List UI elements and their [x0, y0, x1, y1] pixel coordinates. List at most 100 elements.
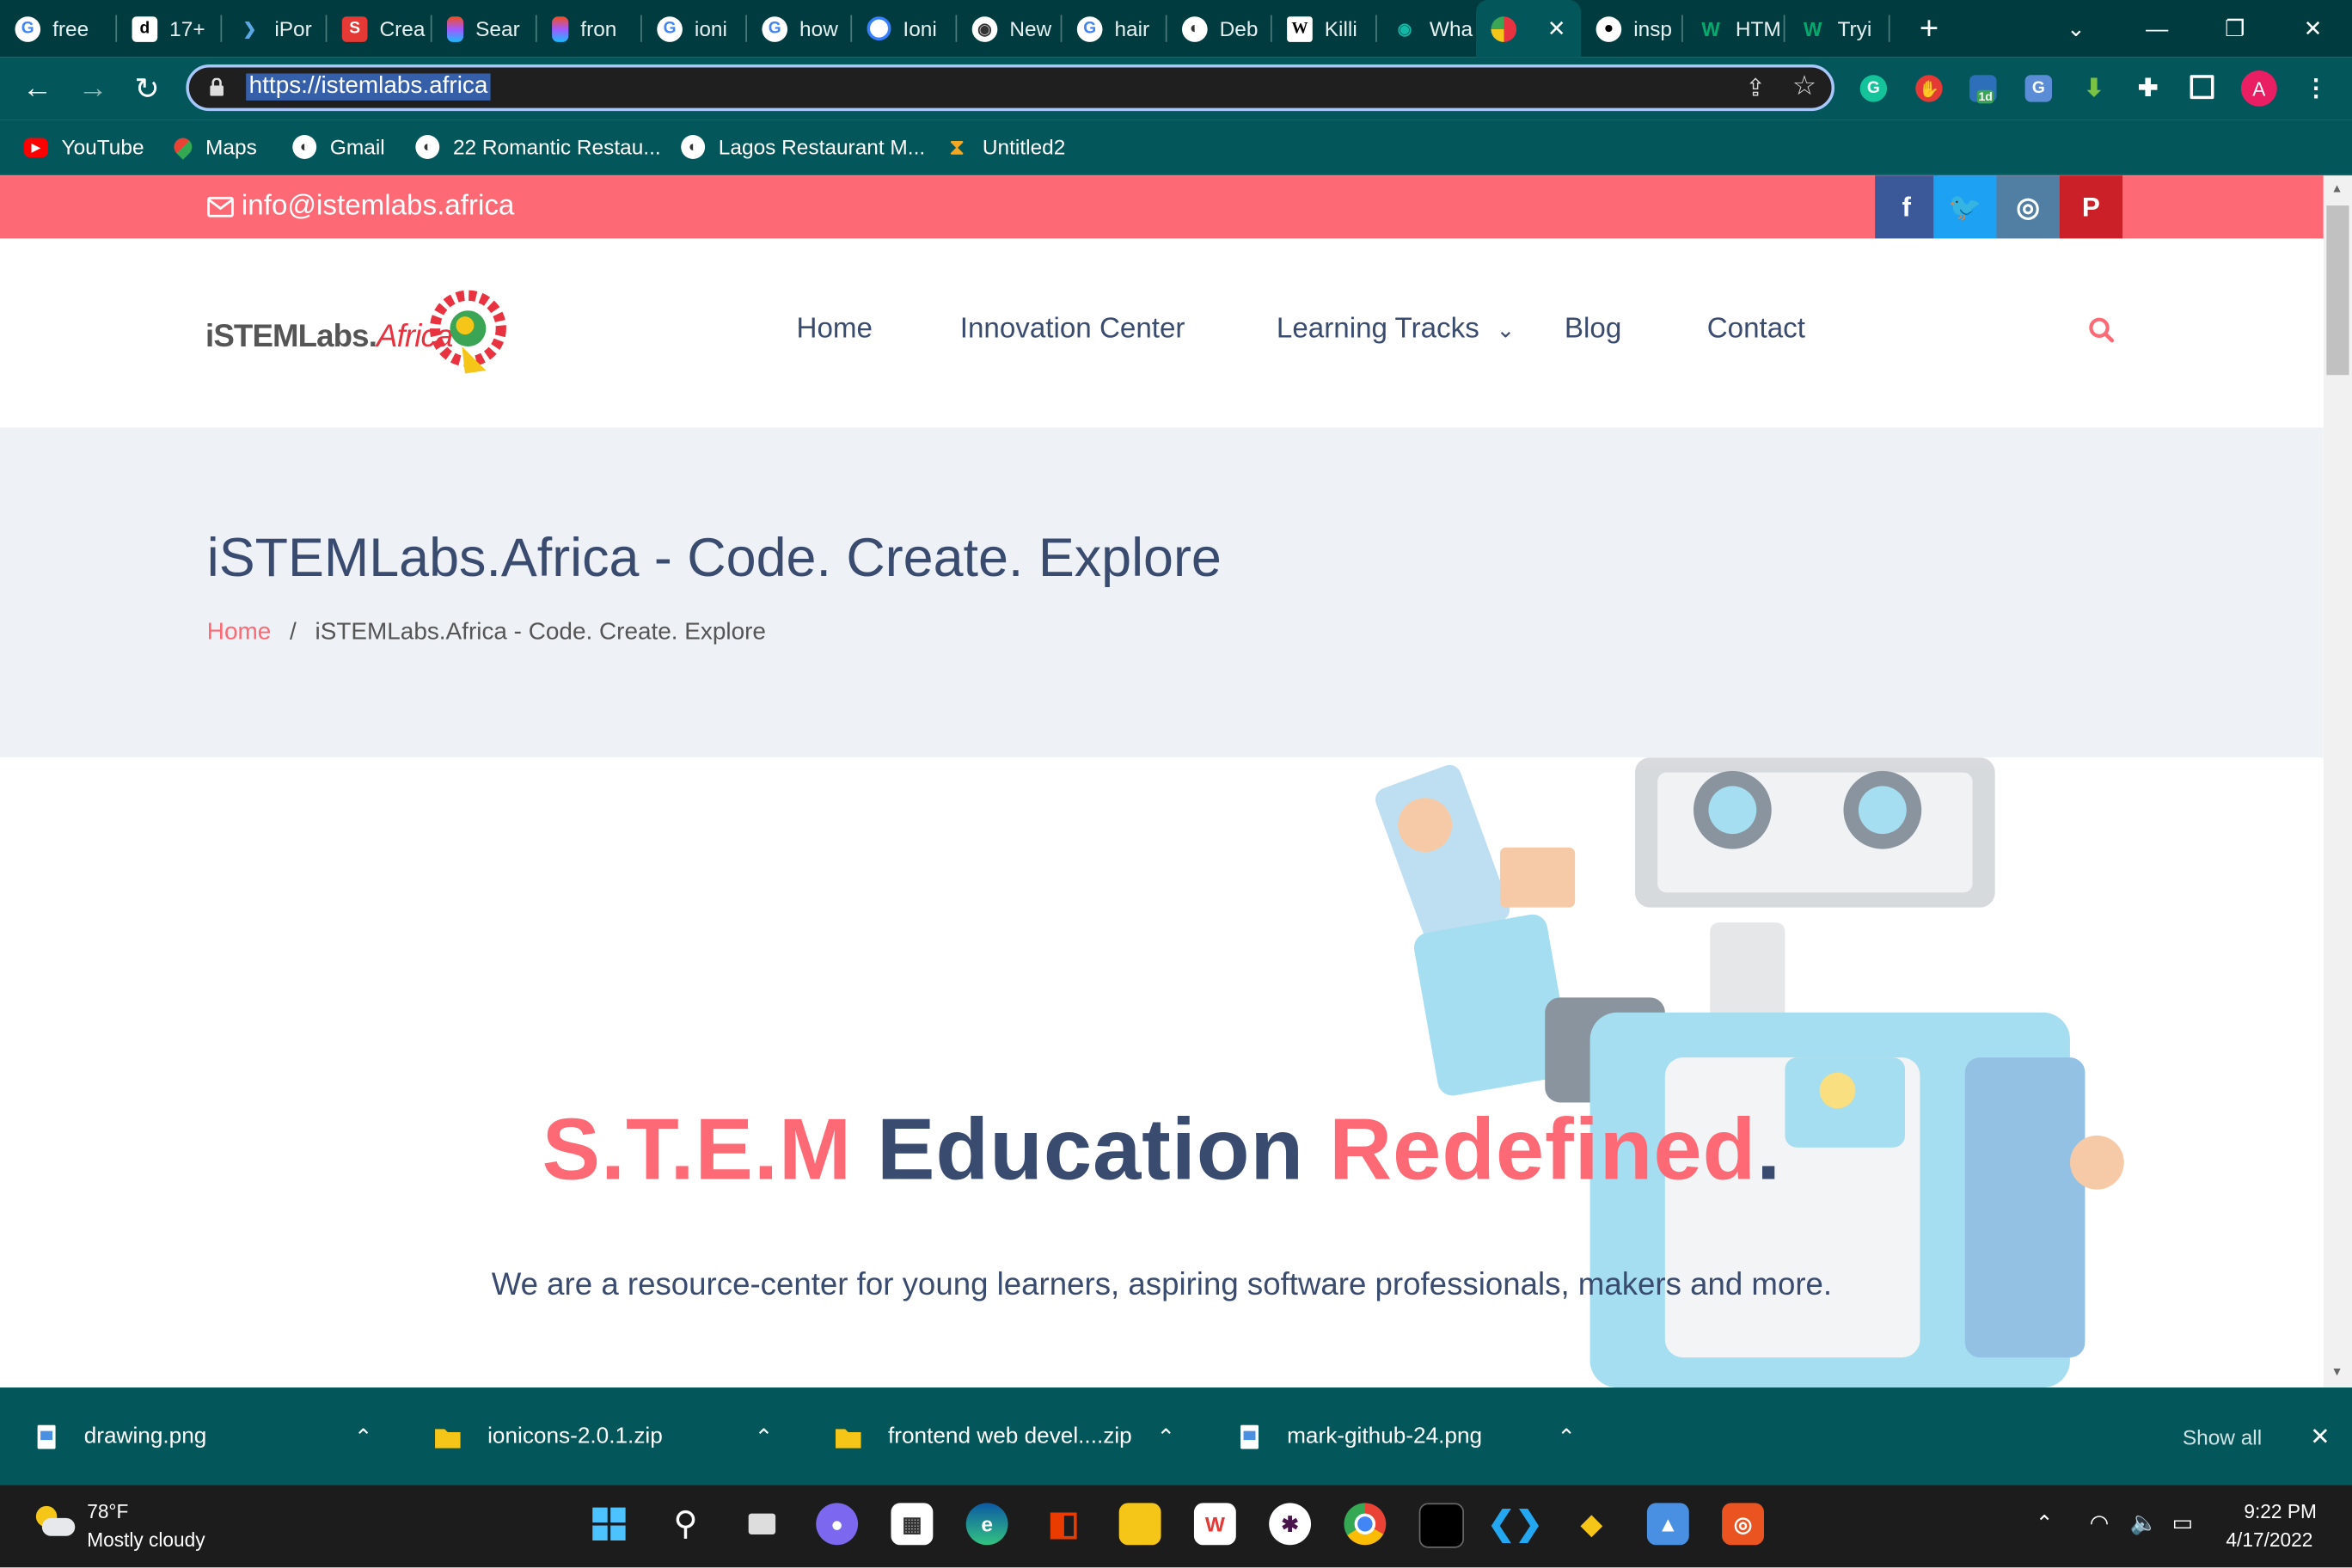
tab[interactable]: W Tryi	[1785, 0, 1890, 57]
nav-contact[interactable]: Contact	[1707, 314, 1805, 346]
clock-time[interactable]: 9:22 PM	[2244, 1500, 2316, 1522]
chevron-up-icon[interactable]: ⌃	[1557, 1387, 1576, 1485]
tab[interactable]: ◐ Deb	[1167, 0, 1272, 57]
tab[interactable]: ◉ New	[957, 0, 1063, 57]
tab[interactable]: ❯ iPor	[222, 0, 328, 57]
tab[interactable]: ◉ Wha	[1377, 0, 1476, 57]
side-panel-icon[interactable]	[2190, 75, 2214, 100]
search-icon[interactable]	[2088, 316, 2115, 343]
battery-icon[interactable]: ▭	[2172, 1509, 2194, 1536]
windows-start-icon[interactable]	[588, 1503, 630, 1545]
minimize-button[interactable]: —	[2118, 0, 2196, 57]
slack-icon[interactable]: ✱	[1269, 1503, 1312, 1546]
adblock-icon[interactable]: ✋	[1915, 75, 1943, 102]
bookmark-maps[interactable]: Maps	[170, 132, 257, 162]
volume-icon[interactable]: 🔈	[2130, 1509, 2159, 1536]
tab[interactable]: Ioni	[852, 0, 958, 57]
store-icon[interactable]: ▦	[891, 1503, 934, 1546]
scroll-up-icon[interactable]: ▲	[2331, 181, 2343, 195]
edge-icon[interactable]: e	[965, 1503, 1008, 1546]
chrome-icon[interactable]	[1344, 1503, 1387, 1546]
wps-icon[interactable]: W	[1193, 1503, 1236, 1546]
tab[interactable]: G hair	[1062, 0, 1167, 57]
chevron-up-icon[interactable]: ⌃	[755, 1387, 774, 1485]
chevron-up-icon[interactable]: ⌃	[354, 1387, 373, 1485]
tab[interactable]: G how	[747, 0, 853, 57]
new-tab-button[interactable]: +	[1890, 0, 1969, 57]
breadcrumb-home-link[interactable]: Home	[207, 620, 271, 646]
instagram-link[interactable]: ◎	[1996, 175, 2060, 239]
file-explorer-icon[interactable]	[1118, 1503, 1161, 1546]
wifi-icon[interactable]: ◠	[2090, 1509, 2110, 1536]
nav-innovation-center[interactable]: Innovation Center	[960, 314, 1185, 346]
download-item[interactable]: ionicons-2.0.1.zip	[435, 1387, 663, 1485]
restore-button[interactable]: ❐	[2196, 0, 2275, 57]
tab[interactable]: ● insp	[1581, 0, 1683, 57]
ubuntu-icon[interactable]: ◎	[1722, 1503, 1765, 1546]
scroll-down-icon[interactable]: ▼	[2331, 1365, 2343, 1379]
task-view-icon[interactable]	[741, 1503, 783, 1545]
reload-button[interactable]: ↻	[127, 69, 166, 107]
close-window-button[interactable]: ✕	[2274, 0, 2352, 57]
tab-active[interactable]: ✕	[1475, 0, 1582, 58]
tab[interactable]: S Crea	[327, 0, 432, 57]
download-item[interactable]: drawing.png	[36, 1387, 206, 1485]
close-shelf-icon[interactable]: ✕	[2310, 1387, 2330, 1485]
share-icon[interactable]: ⇪	[1745, 74, 1765, 104]
cloudy-weather-icon[interactable]	[33, 1505, 76, 1539]
download-item[interactable]: frontend web devel....zip	[835, 1387, 1132, 1485]
bookmark-romantic-restaurants[interactable]: ◐ 22 Romantic Restau...	[415, 132, 661, 162]
terminal-icon[interactable]	[1418, 1503, 1465, 1548]
office-icon[interactable]: ◧	[1043, 1503, 1085, 1545]
download-extension-icon[interactable]: ⬇	[2080, 75, 2107, 102]
nav-learning-tracks[interactable]: Learning Tracks ⌄	[1277, 314, 1516, 346]
tab[interactable]: G free	[0, 0, 118, 57]
tab[interactable]: Sear	[432, 0, 537, 57]
lock-icon	[210, 77, 224, 96]
url-text[interactable]: https://istemlabs.africa	[246, 73, 491, 101]
forward-button[interactable]: →	[74, 69, 113, 107]
git-icon[interactable]: ◆	[1571, 1503, 1613, 1545]
web-page: info@istemlabs.africa f 🐦 ◎ P iSTEMLabs.…	[0, 175, 2324, 1388]
nav-home[interactable]: Home	[797, 314, 873, 346]
more-menu-icon[interactable]: ⋮	[2302, 75, 2329, 102]
weather-temp[interactable]: 78°F	[87, 1500, 128, 1522]
weather-description[interactable]: Mostly cloudy	[87, 1528, 205, 1551]
chat-icon[interactable]: ●	[816, 1503, 859, 1546]
chevron-up-icon[interactable]: ⌃	[2036, 1510, 2053, 1536]
profile-avatar[interactable]: A	[2240, 70, 2277, 107]
tab[interactable]: W HTM	[1683, 0, 1785, 57]
email-link[interactable]: info@istemlabs.africa	[207, 191, 514, 224]
scrollbar-thumb[interactable]	[2326, 205, 2349, 376]
search-icon[interactable]: ⚲	[665, 1503, 707, 1545]
page-scrollbar[interactable]: ▲ ▼	[2323, 175, 2352, 1388]
facebook-link[interactable]: f	[1875, 175, 1939, 239]
show-all-button[interactable]: Show all	[2183, 1387, 2262, 1485]
address-bar[interactable]: https://istemlabs.africa ⇪ ☆	[186, 64, 1835, 112]
globe-icon: ◐	[415, 135, 440, 159]
tab[interactable]: G ioni	[642, 0, 747, 57]
download-item[interactable]: mark-github-24.png	[1239, 1387, 1482, 1485]
vscode-icon[interactable]: ❮❯	[1487, 1503, 1542, 1545]
tab[interactable]: fron	[537, 0, 642, 57]
translate-icon[interactable]: G	[2024, 75, 2053, 102]
nav-blog[interactable]: Blog	[1565, 314, 1621, 346]
bookmark-untitled2[interactable]: ⧗ Untitled2	[945, 132, 1065, 162]
pinterest-link[interactable]: P	[2059, 175, 2123, 239]
twitter-link[interactable]: 🐦	[1933, 175, 1997, 239]
bookmark-star-icon[interactable]: ☆	[1792, 70, 1816, 102]
clock-date[interactable]: 4/17/2022	[2226, 1528, 2312, 1551]
bookmark-lagos-restaurant[interactable]: ◐ Lagos Restaurant M...	[681, 132, 925, 162]
tab[interactable]: W Killi	[1272, 0, 1377, 57]
close-tab-icon[interactable]: ✕	[1547, 15, 1566, 42]
tab[interactable]: d 17+	[117, 0, 223, 57]
grammarly-icon[interactable]: G	[1859, 75, 1888, 102]
calendar-extension-icon[interactable]: 1d	[1969, 75, 1997, 104]
bookmark-youtube[interactable]: ▶ YouTube	[23, 132, 144, 162]
back-button[interactable]: ←	[18, 69, 57, 107]
bookmark-gmail[interactable]: ◐ Gmail	[292, 132, 385, 162]
chevron-up-icon[interactable]: ⌃	[1156, 1387, 1175, 1485]
extensions-puzzle-icon[interactable]: ✚	[2135, 75, 2161, 102]
tab-search-button[interactable]: ⌄	[2037, 0, 2116, 57]
photos-icon[interactable]: ▲	[1646, 1503, 1689, 1546]
